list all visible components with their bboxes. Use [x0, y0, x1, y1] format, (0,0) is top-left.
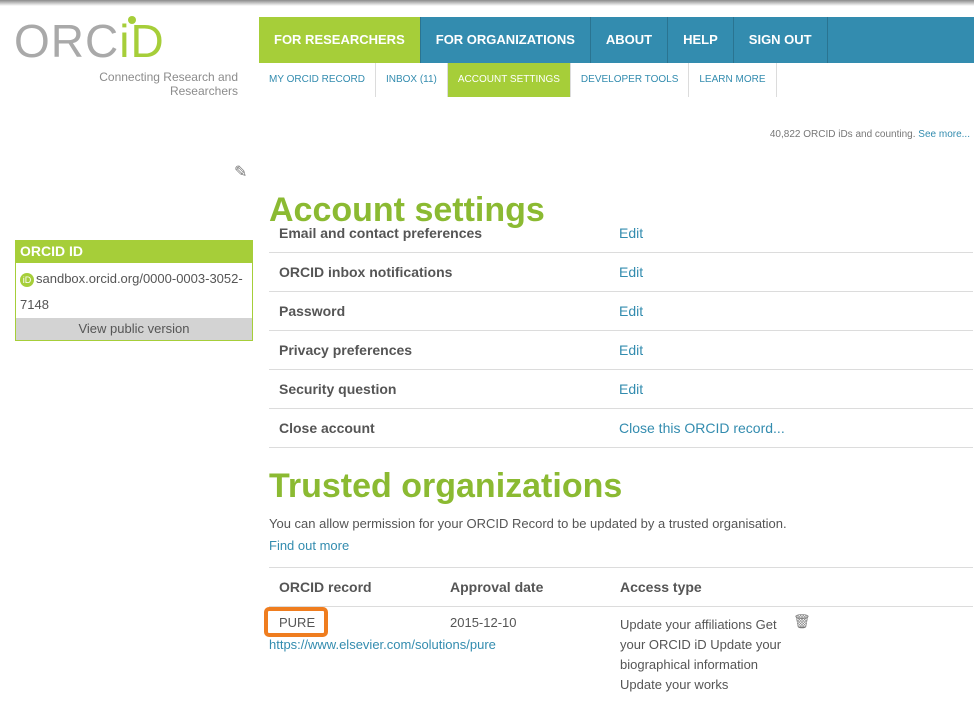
close-record-link[interactable]: Close this ORCID record...	[619, 420, 785, 436]
org-name: PURE	[279, 615, 316, 630]
orcid-id-icon: iD	[20, 272, 34, 287]
edit-link[interactable]: Edit	[619, 342, 643, 358]
pencil-icon[interactable]: ✎	[234, 162, 247, 182]
settings-row: Close account Close this ORCID record...	[269, 409, 973, 448]
tagline: Connecting Research and Researchers	[99, 70, 238, 98]
table-header: ORCID record Approval date Access type	[269, 567, 973, 607]
id-counter: 40,822 ORCID iDs and counting. See more.…	[769, 129, 970, 140]
access-type: Update your affiliations Get your ORCID …	[620, 617, 782, 692]
top-shadow	[0, 0, 974, 6]
orcid-id-box: ORCID ID iD sandbox.orcid.org/0000-0003-3…	[15, 240, 253, 341]
settings-row: ORCID inbox notifications Edit	[269, 253, 973, 292]
nav-about[interactable]: ABOUT	[591, 17, 669, 63]
nav-help[interactable]: HELP	[668, 17, 734, 63]
org-url-link[interactable]: https://www.elsevier.com/solutions/pure	[269, 637, 496, 652]
subnav-account-settings[interactable]: ACCOUNT SETTINGS	[447, 63, 571, 97]
table-row: PURE https://www.elsevier.com/solutions/…	[264, 607, 973, 692]
trusted-organizations-title: Trusted organizations	[269, 467, 623, 505]
settings-table: Email and contact preferences Edit ORCID …	[269, 214, 973, 448]
edit-link[interactable]: Edit	[619, 381, 643, 397]
nav-for-researchers[interactable]: FOR RESEARCHERS	[259, 17, 421, 63]
view-public-version-button[interactable]: View public version	[16, 318, 252, 340]
find-out-more-link[interactable]: Find out more	[269, 538, 349, 553]
orcid-id-title: ORCID ID	[16, 241, 252, 263]
approval-date: 2015-12-10	[450, 615, 517, 630]
edit-link[interactable]: Edit	[619, 225, 643, 241]
settings-row: Email and contact preferences Edit	[269, 214, 973, 253]
orcid-logo[interactable]: ORCiD	[14, 16, 165, 64]
subnav-developer-tools[interactable]: DEVELOPER TOOLS	[571, 63, 690, 97]
nav-sign-out[interactable]: SIGN OUT	[734, 17, 828, 63]
nav-for-organizations[interactable]: FOR ORGANIZATIONS	[421, 17, 591, 63]
see-more-link[interactable]: See more...	[918, 129, 970, 140]
orcid-id-value: sandbox.orcid.org/0000-0003-3052-7148	[20, 271, 243, 312]
settings-row: Password Edit	[269, 292, 973, 331]
trusted-intro: You can allow permission for your ORCID …	[269, 516, 787, 553]
sub-nav: MY ORCID RECORD INBOX (11) ACCOUNT SETTI…	[259, 63, 777, 97]
subnav-my-orcid-record[interactable]: MY ORCID RECORD	[259, 63, 376, 97]
trusted-org-table: ORCID record Approval date Access type P…	[264, 567, 973, 692]
edit-link[interactable]: Edit	[619, 303, 643, 319]
settings-row: Security question Edit	[269, 370, 973, 409]
subnav-learn-more[interactable]: LEARN MORE	[689, 63, 777, 97]
subnav-inbox[interactable]: INBOX (11)	[376, 63, 448, 97]
edit-link[interactable]: Edit	[619, 264, 643, 280]
trash-icon[interactable]: 🗑	[793, 613, 811, 630]
main-nav: FOR RESEARCHERS FOR ORGANIZATIONS ABOUT …	[259, 17, 974, 63]
settings-row: Privacy preferences Edit	[269, 331, 973, 370]
